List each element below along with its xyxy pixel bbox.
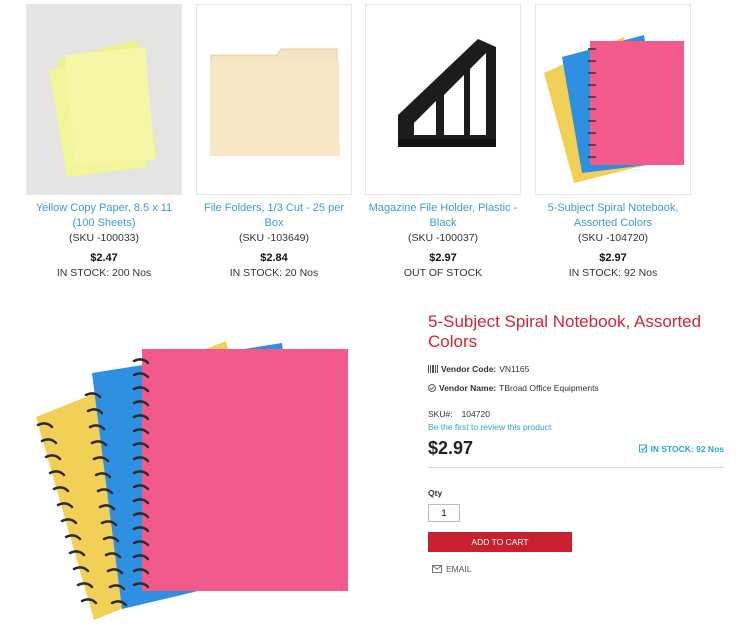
product-main-image xyxy=(30,335,360,625)
product-card-sku: (SKU -100037) xyxy=(407,232,479,244)
stock-status-text: IN STOCK: 92 Nos xyxy=(650,443,724,454)
product-thumbnail[interactable] xyxy=(365,4,521,195)
vendor-name-line: Vendor Name: TBroad Office Equipments xyxy=(428,383,724,393)
price-row: $2.97 IN STOCK: 92 Nos xyxy=(428,438,724,459)
stock-status: IN STOCK: 92 Nos xyxy=(639,444,724,454)
product-card-name[interactable]: Yellow Copy Paper, 8.5 x 11 (100 Sheets) xyxy=(25,201,183,231)
product-card-stock: IN STOCK: 200 Nos xyxy=(56,267,152,279)
quantity-input[interactable] xyxy=(428,504,460,522)
product-card[interactable]: Yellow Copy Paper, 8.5 x 11 (100 Sheets)… xyxy=(25,4,183,280)
sku-line: SKU#: 104720 xyxy=(428,409,724,419)
add-to-cart-button[interactable]: ADD TO CART xyxy=(428,532,572,552)
product-card-name[interactable]: File Folders, 1/3 Cut - 25 per Box xyxy=(195,201,353,231)
product-thumbnail[interactable] xyxy=(535,4,691,195)
sku-value: 104720 xyxy=(461,409,490,419)
product-card-price: $2.47 xyxy=(90,252,118,264)
spiral-notebook-large-image xyxy=(36,341,348,620)
product-card-sku: (SKU -104720) xyxy=(577,232,649,244)
email-link[interactable]: EMAIL xyxy=(432,564,724,574)
spiral-notebook-image xyxy=(544,35,684,183)
product-card-name[interactable]: 5-Subject Spiral Notebook, Assorted Colo… xyxy=(534,201,692,231)
product-price: $2.97 xyxy=(428,438,474,458)
product-detail-panel: 5-Subject Spiral Notebook, Assorted Colo… xyxy=(428,312,724,574)
email-label: EMAIL xyxy=(446,564,472,574)
sku-label: SKU#: xyxy=(428,409,453,419)
product-card-stock: IN STOCK: 20 Nos xyxy=(229,267,319,279)
file-folder-image xyxy=(210,48,340,156)
vendor-code-label: Vendor Code: xyxy=(441,364,497,374)
product-card-sku: (SKU -100033) xyxy=(68,232,140,244)
check-circle-icon xyxy=(428,384,436,392)
product-card[interactable]: Magazine File Holder, Plastic - Black (S… xyxy=(364,4,522,280)
envelope-icon xyxy=(432,565,442,573)
product-title: 5-Subject Spiral Notebook, Assorted Colo… xyxy=(428,312,702,351)
product-card-name[interactable]: Magazine File Holder, Plastic - Black xyxy=(364,201,522,231)
product-thumbnail[interactable] xyxy=(196,4,352,195)
product-card[interactable]: 5-Subject Spiral Notebook, Assorted Colo… xyxy=(534,4,692,280)
product-card-sku: (SKU -103649) xyxy=(238,232,310,244)
review-link[interactable]: Be the first to review this product xyxy=(428,422,724,432)
product-card-price: $2.97 xyxy=(429,252,457,264)
product-card-stock: OUT OF STOCK xyxy=(403,267,483,279)
divider xyxy=(428,467,724,468)
barcode-icon xyxy=(428,365,438,373)
product-card-price: $2.97 xyxy=(599,252,627,264)
product-card-price: $2.84 xyxy=(260,252,288,264)
vendor-code-value: VN1165 xyxy=(499,364,530,374)
vendor-name-value: TBroad Office Equipments xyxy=(499,383,599,393)
product-card-stock: IN STOCK: 92 Nos xyxy=(568,267,658,279)
checkbox-icon xyxy=(639,444,648,453)
magazine-holder-image xyxy=(398,39,496,147)
qty-label: Qty xyxy=(428,488,443,498)
vendor-name-label: Vendor Name: xyxy=(439,383,497,393)
product-card[interactable]: File Folders, 1/3 Cut - 25 per Box (SKU … xyxy=(195,4,353,280)
vendor-code-line: Vendor Code: VN1165 xyxy=(428,364,724,374)
yellow-paper-image xyxy=(27,5,181,194)
product-thumbnail[interactable] xyxy=(26,4,182,195)
